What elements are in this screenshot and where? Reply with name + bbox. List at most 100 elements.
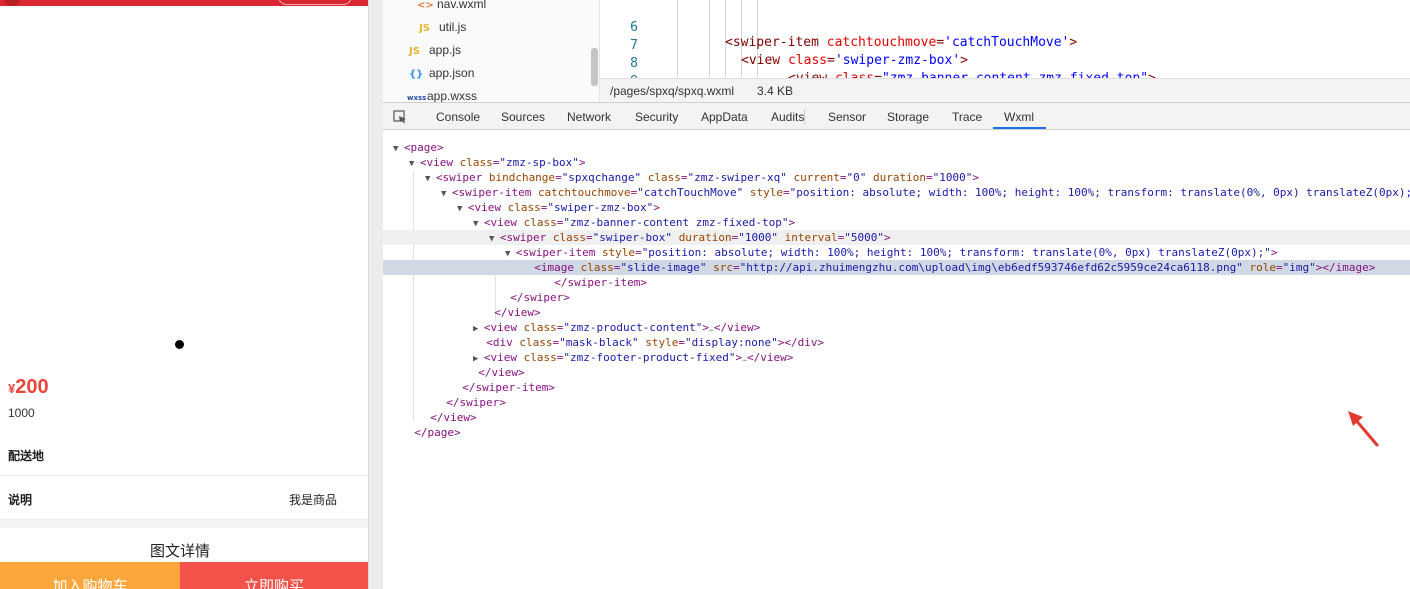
tab-console[interactable]: Console	[436, 110, 480, 124]
wxml-node[interactable]: ▼ <swiper bindchange="spxqchange" class=…	[383, 170, 1410, 185]
wxml-node[interactable]: </view>	[383, 365, 1410, 380]
tab-network[interactable]: Network	[567, 110, 611, 124]
node-content: </view>	[417, 410, 477, 425]
node-content: </swiper-item>	[541, 275, 647, 290]
collapse-triangle-icon[interactable]: ▼	[409, 159, 420, 169]
tab-sensor[interactable]: Sensor	[828, 110, 866, 124]
tab-audits[interactable]: Audits	[771, 110, 804, 124]
panel-splitter[interactable]	[368, 0, 383, 589]
wxml-node[interactable]: </swiper-item>	[383, 380, 1410, 395]
wxml-token: class	[523, 216, 557, 229]
file-size: 3.4 KB	[757, 84, 794, 98]
file-path: /pages/spxq/spxq.wxml	[610, 84, 735, 98]
node-content: </swiper>	[433, 395, 506, 410]
collapse-triangle-icon[interactable]: ▼	[457, 204, 468, 214]
file-item-app-wxss[interactable]: wxssapp.wxss	[407, 89, 477, 102]
add-to-cart-button[interactable]: 加入购物车	[0, 562, 180, 589]
wxml-token: =	[635, 246, 642, 259]
back-icon[interactable]	[4, 0, 20, 6]
wxml-token: interval	[784, 231, 838, 244]
wxml-token: "mask-black"	[559, 336, 639, 349]
collapse-triangle-icon[interactable]: ▼	[473, 219, 484, 229]
wxml-node[interactable]: </page>	[383, 425, 1410, 440]
wxml-node[interactable]: </swiper>	[383, 290, 1410, 305]
wxml-node[interactable]: </view>	[383, 410, 1410, 425]
tab-security[interactable]: Security	[635, 110, 678, 124]
wxml-node[interactable]: <div class="mask-black" style="display:n…	[383, 335, 1410, 350]
tab-storage[interactable]: Storage	[887, 110, 929, 124]
capsule-menu-button[interactable]	[278, 0, 352, 5]
wxml-token: <swiper	[499, 231, 553, 244]
wxml-node[interactable]: ▶ <view class="zmz-product-content">…</v…	[383, 320, 1410, 335]
wxml-token: "position: absolute; width: 100%; height…	[641, 246, 1271, 259]
file-item-app-json[interactable]: {} app.json	[409, 66, 474, 86]
wxml-token: class	[523, 351, 557, 364]
wxml-token: "zmz-sp-box"	[499, 156, 579, 169]
wxml-token	[787, 171, 794, 184]
wxml-token: =	[783, 186, 790, 199]
wxml-token: </view>	[713, 321, 761, 334]
wxml-node[interactable]: </swiper-item>	[383, 275, 1410, 290]
collapse-triangle-icon[interactable]: ▼	[441, 189, 452, 199]
wxml-token: <swiper	[435, 171, 489, 184]
wxml-token: <view	[483, 351, 524, 364]
wxml-token: <div	[486, 336, 520, 349]
wxml-node[interactable]: ▼ <view class="swiper-zmz-box">	[383, 200, 1410, 215]
devtools-window: ¥200 1000 配送地 说明 我是商品 图文详情 加入购物车 立即购买 <>…	[0, 0, 1410, 589]
wxml-token: </view>	[430, 411, 477, 424]
collapse-triangle-icon[interactable]: ▼	[393, 144, 404, 154]
wxml-node[interactable]: ▼ <swiper-item catchtouchmove = "catchTouc…	[383, 185, 1410, 200]
wxml-token: catchtouchmove	[537, 186, 631, 199]
red-arrow-annotation-icon	[1348, 411, 1379, 447]
wxml-node[interactable]: </swiper>	[383, 395, 1410, 410]
tab-trace[interactable]: Trace	[952, 110, 982, 124]
file-tree-scrollbar[interactable]	[591, 48, 598, 86]
expand-triangle-icon[interactable]: ▶	[473, 354, 484, 364]
collapse-triangle-icon[interactable]: ▼	[505, 249, 516, 259]
inspect-element-icon[interactable]	[393, 110, 407, 124]
wxml-node[interactable]: ▼ <view class="zmz-banner-content zmz-fi…	[383, 215, 1410, 230]
tab-sources[interactable]: Sources	[501, 110, 545, 124]
wxml-node[interactable]: ▼ <view class="zmz-sp-box">	[383, 155, 1410, 170]
wxml-token: "zmz-product-content"	[563, 321, 703, 334]
wxml-node[interactable]: ▶ <view class="zmz-footer-product-fixed"…	[383, 350, 1410, 365]
wxml-token: <view	[419, 156, 460, 169]
collapse-triangle-icon[interactable]: ▼	[425, 174, 436, 184]
file-item-nav-wxml[interactable]: <> nav.wxml	[417, 0, 486, 17]
description-row[interactable]: 说明 我是商品	[0, 476, 368, 520]
collapse-triangle-icon[interactable]: ▼	[489, 234, 500, 244]
wxml-node[interactable]: </view>	[383, 305, 1410, 320]
wxml-token: "swiper-zmz-box"	[547, 201, 654, 214]
wxml-token: "0"	[846, 171, 867, 184]
wxml-token: role	[1249, 261, 1277, 274]
wxml-node-page[interactable]: ▼ <page>	[383, 140, 1410, 155]
file-name: app.json	[429, 66, 475, 80]
wxml-token: "img"	[1282, 261, 1316, 274]
wxml-token: ></image>	[1315, 261, 1376, 274]
swiper-indicator-dot[interactable]	[175, 340, 184, 349]
wxml-token: </page>	[414, 426, 461, 439]
wxml-token: =	[839, 171, 847, 184]
file-item-app-js[interactable]: JS app.js	[409, 43, 461, 63]
delivery-row[interactable]: 配送地	[0, 432, 368, 476]
wxml-token: "http://api.zhuimengzhu.com\upload\img\e…	[739, 261, 1243, 274]
file-tree: <> nav.wxml JS util.js JS app.js {} app.json…	[383, 0, 600, 102]
expand-triangle-icon[interactable]: ▶	[473, 324, 484, 334]
wxml-token: "zmz-swiper-xq"	[687, 171, 787, 184]
code-line: 6 <swiper-item catchtouchmove='catchTouc…	[600, 5, 1410, 50]
wxml-node-selected[interactable]: <image class="slide-image" src="http://a…	[383, 260, 1410, 275]
wxml-file-icon: <>	[417, 0, 434, 11]
tab-wxml[interactable]: Wxml	[1004, 110, 1034, 124]
file-item-util-js[interactable]: JS util.js	[419, 20, 466, 40]
wxml-node-hovered[interactable]: ▼ <swiper class="swiper-box" duration="1…	[383, 230, 1410, 245]
tab-appdata[interactable]: AppData	[701, 110, 748, 124]
wxml-node[interactable]: ▼ <swiper-item style="position: absolute…	[383, 245, 1410, 260]
wxml-token: "swiper-box"	[592, 231, 673, 244]
code-editor[interactable]: 6 <swiper-item catchtouchmove='catchTouc…	[600, 0, 1410, 78]
buy-now-button[interactable]: 立即购买	[180, 562, 368, 589]
wxml-token: =	[680, 171, 688, 184]
wxss-file-icon: wxss	[407, 94, 427, 102]
wxml-token: <swiper-item	[515, 246, 602, 259]
code-line: 9 <swiper indicator-dots="{{indicatorDot…	[600, 59, 1410, 78]
section-divider	[0, 520, 368, 528]
